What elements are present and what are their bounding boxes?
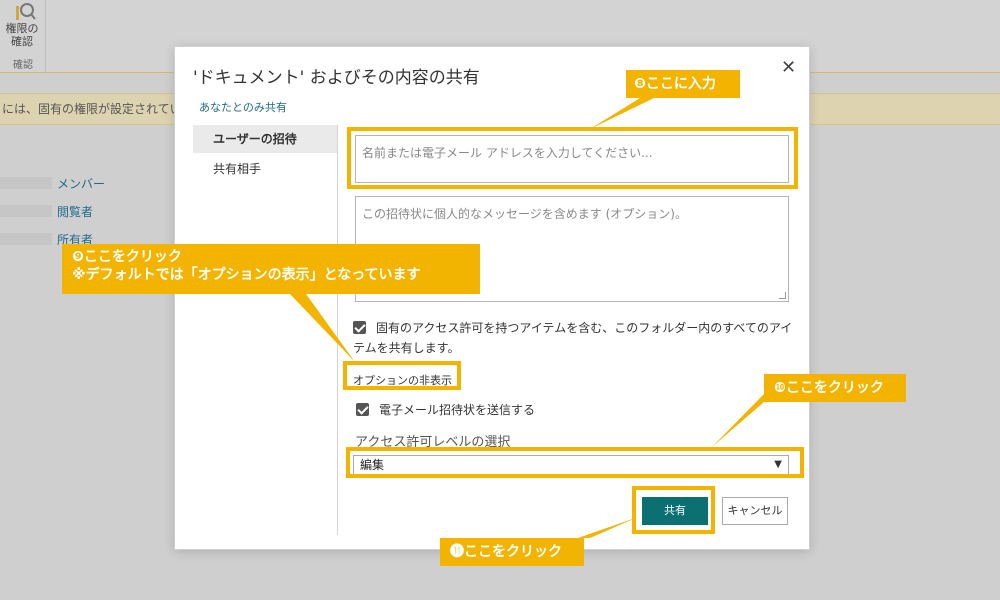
highlight-name-input [347, 127, 798, 189]
callout-step-11: ⓫ここをクリック [440, 538, 584, 566]
check-permissions-button[interactable]: 権限の確認 確認 [0, 0, 46, 73]
key-search-icon [16, 3, 36, 20]
close-icon[interactable]: ✕ [781, 57, 796, 78]
dialog-title: 'ドキュメント' およびその内容の共有 [193, 68, 480, 88]
ribbon-group-label: 確認 [13, 60, 33, 71]
message-placeholder: この招待状に個人的なメッセージを含めます (オプション)。 [362, 207, 687, 221]
callout-step-10: ❿ここをクリック [764, 374, 906, 402]
highlight-permission-select [346, 447, 804, 478]
callout-step-8: ❽ここに入力 [626, 70, 740, 98]
send-email-checkbox[interactable] [356, 403, 369, 416]
dialog-nav: ユーザーの招待 共有相手 [193, 125, 338, 535]
callout-step-9-line1: ❾ここをクリック [72, 249, 182, 265]
blurred-text [0, 205, 52, 217]
include-items-checkbox[interactable] [353, 321, 366, 334]
tab-invite-people[interactable]: ユーザーの招待 [193, 125, 337, 153]
ribbon-button-label: 権限の確認 [5, 22, 39, 48]
callout-step-9-line2: ※デフォルトでは「オプションの表示」となっています [72, 267, 421, 283]
members-link[interactable]: メンバー [57, 175, 105, 192]
shared-with-link[interactable]: あなたとのみ共有 [199, 99, 287, 115]
cancel-button[interactable]: キャンセル [722, 497, 788, 525]
send-email-checkbox-row[interactable]: 電子メール招待状を送信する [356, 400, 535, 420]
blurred-text [0, 177, 52, 189]
blurred-text [0, 233, 52, 245]
tab-shared-with[interactable]: 共有相手 [193, 155, 337, 183]
include-items-label: 固有のアクセス許可を持つアイテムを含む、このフォルダー内のすべてのアイテムを共有… [353, 321, 793, 355]
include-items-checkbox-row[interactable]: 固有のアクセス許可を持つアイテムを含む、このフォルダー内のすべてのアイテムを共有… [353, 318, 793, 358]
send-email-label: 電子メール招待状を送信する [379, 403, 536, 417]
resize-grip-icon[interactable] [779, 292, 786, 299]
callout-step-9: ❾ここをクリック ※デフォルトでは「オプションの表示」となっています [62, 244, 480, 294]
highlight-options-link [343, 361, 461, 390]
highlight-share-button [632, 486, 715, 534]
visitors-link[interactable]: 閲覧者 [57, 203, 93, 220]
